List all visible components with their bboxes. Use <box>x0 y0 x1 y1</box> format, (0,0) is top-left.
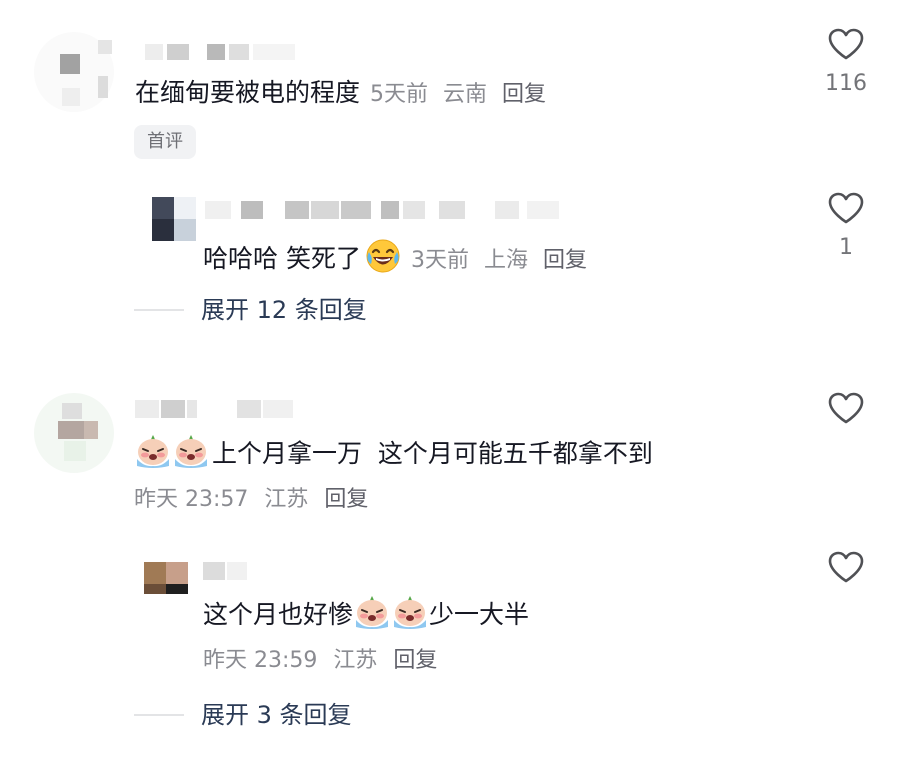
reply-avatar[interactable] <box>144 562 188 594</box>
reply-location: 上海 <box>483 248 528 273</box>
reply-button[interactable]: 回复 <box>502 82 546 107</box>
like-button[interactable]: 1 <box>824 191 868 259</box>
reply-meta: 昨天 23:59 江苏 回复 <box>203 650 446 672</box>
reply-username[interactable] <box>203 562 253 582</box>
reply-button[interactable]: 回复 <box>393 648 437 673</box>
heart-icon <box>828 192 864 224</box>
comment-body: 在缅甸要被电的程度 5天前 云南 回复 <box>135 76 554 108</box>
reply-time: 昨天 23:59 <box>203 648 318 673</box>
username[interactable] <box>145 44 305 64</box>
crying-baby-emoji <box>391 594 429 634</box>
reply-1: 哈哈哈 笑死了 3天前 上海 回复 1 <box>0 185 900 275</box>
expand-replies-label: 展开 3 条回复 <box>201 701 352 729</box>
like-count: 116 <box>825 71 867 96</box>
comment-time: 昨天 23:57 <box>134 487 249 512</box>
comment-1: 在缅甸要被电的程度 5天前 云南 回复 首评 116 哈哈哈 笑死了 3天前 上… <box>0 0 900 340</box>
expand-replies-button[interactable]: 展开 12 条回复 <box>134 298 367 322</box>
avatar[interactable] <box>34 32 114 112</box>
reply-button[interactable]: 回复 <box>324 487 368 512</box>
crying-baby-emoji <box>172 433 210 473</box>
like-button[interactable] <box>824 550 868 584</box>
like-button[interactable]: 116 <box>824 27 868 95</box>
heart-icon <box>828 28 864 60</box>
crying-baby-emoji <box>353 594 391 634</box>
reply-button[interactable]: 回复 <box>543 248 587 273</box>
like-button[interactable] <box>824 391 868 425</box>
reply-username[interactable] <box>205 201 565 221</box>
laughing-tears-emoji <box>365 238 401 278</box>
heart-icon <box>828 551 864 583</box>
expand-replies-button[interactable]: 展开 3 条回复 <box>134 703 352 727</box>
like-count: 1 <box>839 235 853 260</box>
reply-location: 江苏 <box>333 648 378 673</box>
reply-meta: 3天前 上海 回复 <box>411 242 595 274</box>
comment-time: 5天前 <box>370 82 429 107</box>
comment-text: 在缅甸要被电的程度 <box>135 77 361 107</box>
comment-text: 上个月拿一万 这个月可能五千都拿不到 <box>212 438 653 468</box>
comment-location: 云南 <box>443 82 488 107</box>
heart-icon <box>828 392 864 424</box>
avatar[interactable] <box>34 393 114 473</box>
reply-avatar[interactable] <box>152 197 196 241</box>
divider-line <box>134 714 184 716</box>
reply-text: 这个月也好惨 <box>203 599 354 629</box>
comment-body: 上个月拿一万 这个月可能五千都拿不到 <box>134 433 653 473</box>
reply-body: 哈哈哈 笑死了 3天前 上海 回复 <box>203 238 595 278</box>
reply-body: 这个月也好惨 少一大半 <box>203 594 529 634</box>
divider-line <box>134 309 184 311</box>
first-comment-badge: 首评 <box>134 125 196 159</box>
comment-location: 江苏 <box>264 487 309 512</box>
comment-meta: 昨天 23:57 江苏 回复 <box>134 489 377 511</box>
expand-replies-label: 展开 12 条回复 <box>201 296 367 324</box>
reply-text: 哈哈哈 笑死了 <box>203 243 361 273</box>
username[interactable] <box>135 400 305 422</box>
comment-2: 上个月拿一万 这个月可能五千都拿不到 昨天 23:57 江苏 回复 这个月也好惨 <box>0 385 900 762</box>
reply-time: 3天前 <box>410 248 469 273</box>
crying-baby-emoji <box>134 433 172 473</box>
reply-text-suffix: 少一大半 <box>429 599 530 629</box>
comment-meta: 5天前 云南 回复 <box>370 76 554 108</box>
reply-1: 这个月也好惨 少一大半 昨天 23:59 江苏 回复 <box>0 550 900 680</box>
